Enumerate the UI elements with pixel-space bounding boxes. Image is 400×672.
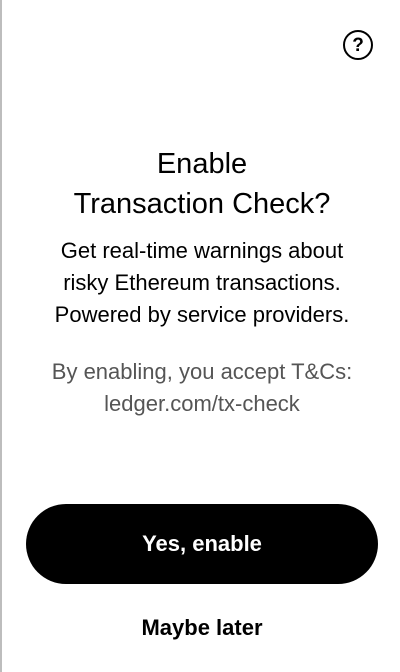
description-line: risky Ethereum transactions.: [63, 270, 341, 295]
help-button[interactable]: ?: [343, 30, 373, 60]
page-title: Enable Transaction Check?: [2, 144, 400, 224]
description-line: Powered by service providers.: [54, 302, 350, 327]
terms-line: By enabling, you accept T&Cs:: [51, 359, 353, 384]
transaction-check-screen: ? Enable Transaction Check? Get real-tim…: [0, 0, 400, 672]
terms-text: By enabling, you accept T&Cs: ledger.com…: [2, 356, 400, 420]
maybe-later-button[interactable]: Maybe later: [26, 606, 378, 650]
description-line: Get real-time warnings about: [60, 238, 344, 263]
title-line: Transaction Check?: [73, 188, 331, 220]
terms-link: ledger.com/tx-check: [104, 391, 300, 416]
description-text: Get real-time warnings about risky Ether…: [2, 235, 400, 331]
title-line: Enable: [156, 148, 248, 180]
yes-enable-button[interactable]: Yes, enable: [26, 504, 378, 584]
question-circle-icon: ?: [352, 35, 364, 56]
